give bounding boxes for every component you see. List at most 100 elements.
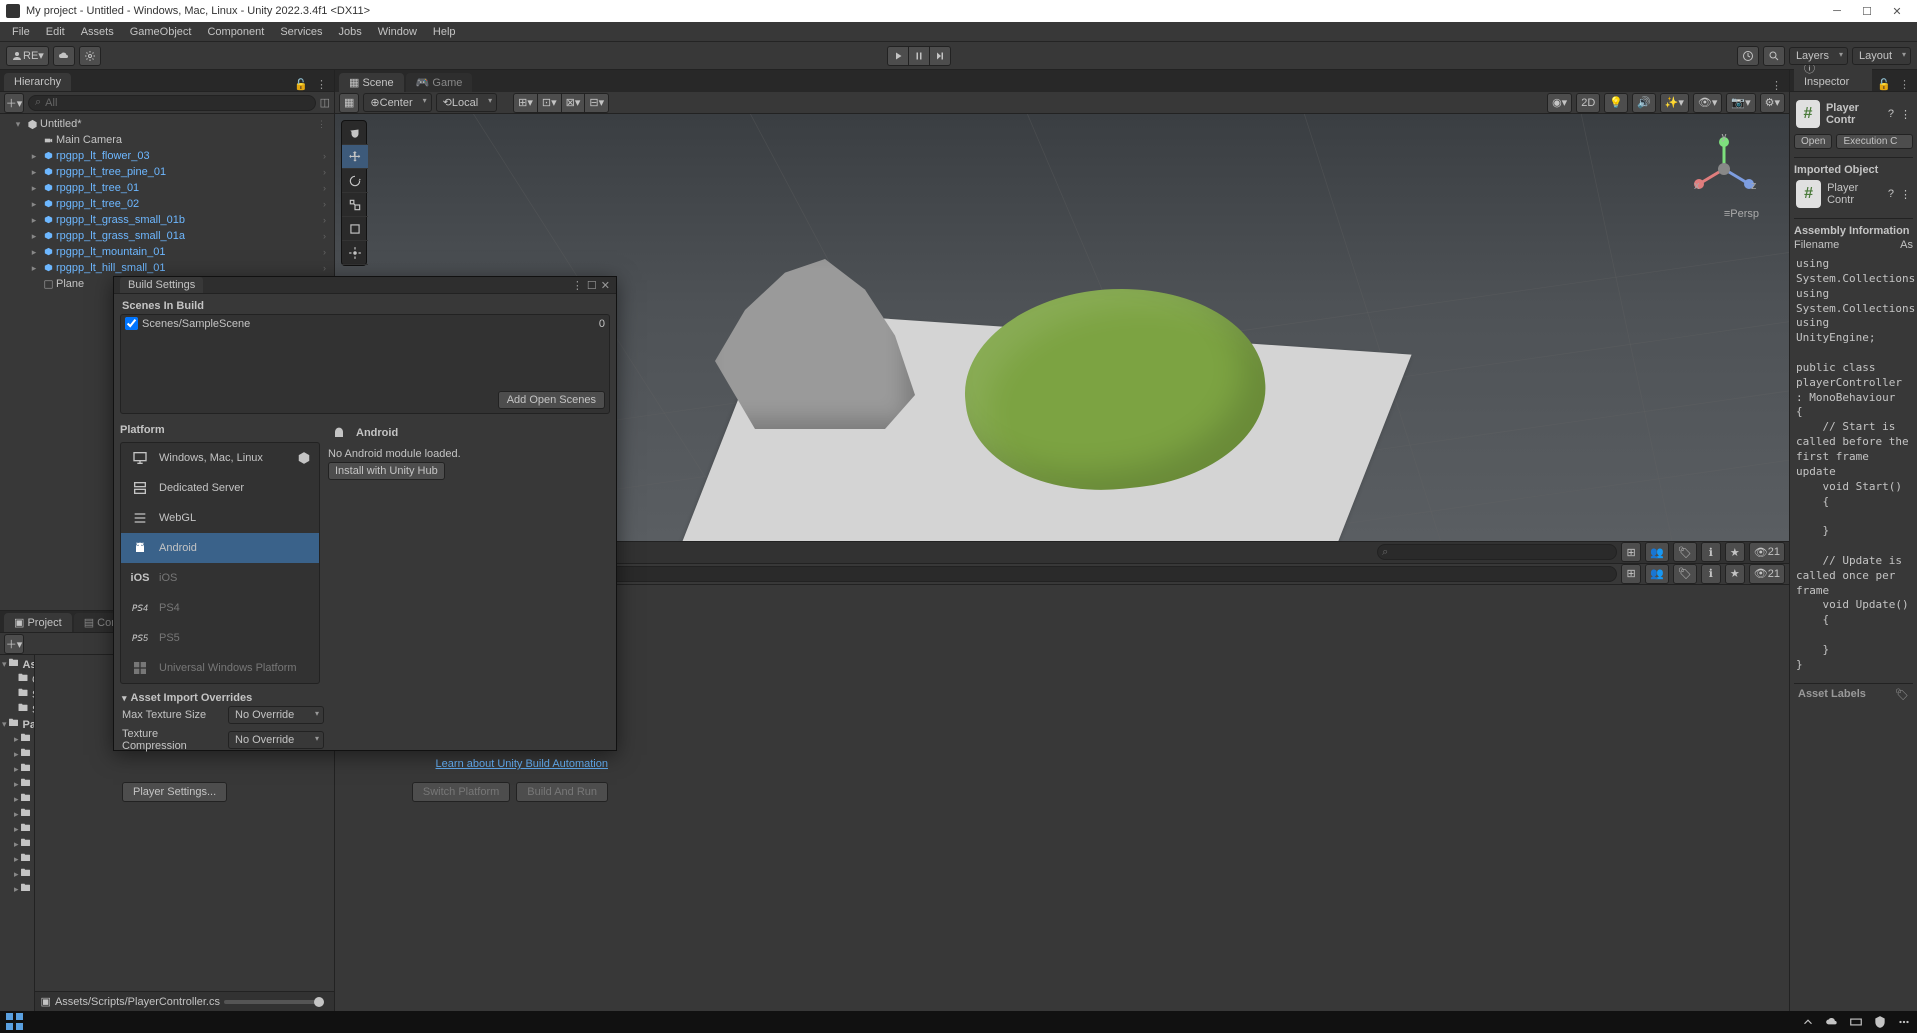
orientation-gizmo[interactable]: y x z: [1689, 134, 1759, 204]
rotate-tool[interactable]: [342, 169, 368, 193]
project-folder[interactable]: 🖿Objects: [0, 672, 34, 687]
inspector-lock-icon[interactable]: 🔓: [1874, 78, 1894, 91]
cloud-button[interactable]: [53, 46, 75, 66]
texture-compression-dropdown[interactable]: No Override: [228, 731, 324, 749]
project-folder[interactable]: ▾🖿Packages: [0, 717, 34, 732]
hierarchy-item[interactable]: ▸ rpgpp_lt_mountain_01 ›: [0, 244, 334, 260]
hierarchy-item[interactable]: ▸ rpgpp_lt_flower_03 ›: [0, 148, 334, 164]
camera-button[interactable]: 📷▾: [1726, 93, 1755, 113]
scenes-list[interactable]: Scenes/SampleScene 0 Add Open Scenes: [120, 314, 610, 414]
project-folder[interactable]: ▸🖿2D Pixel Perfect: [0, 777, 34, 792]
scene-context-icon[interactable]: ⋮: [317, 119, 330, 130]
learn-build-automation-link[interactable]: Learn about Unity Build Automation: [122, 754, 608, 774]
project-folder[interactable]: 🖿Scenes: [0, 687, 34, 702]
proj-hidden[interactable]: 👁21: [1749, 564, 1785, 584]
menu-help[interactable]: Help: [425, 24, 464, 40]
platform-android[interactable]: Android: [121, 533, 319, 563]
space-dropdown[interactable]: ⟲Local: [436, 93, 498, 112]
pause-button[interactable]: [908, 46, 929, 66]
menu-services[interactable]: Services: [272, 24, 330, 40]
project-tab[interactable]: ▣ Project: [4, 613, 72, 632]
snap-button[interactable]: ⊠▾: [561, 93, 585, 113]
platform-ios[interactable]: iOS iOS: [121, 563, 319, 593]
thumbnail-size-slider[interactable]: [224, 1000, 324, 1004]
settings-button[interactable]: [79, 46, 101, 66]
lighting-toggle[interactable]: 💡: [1604, 93, 1628, 113]
hierarchy-add-button[interactable]: ＋▾: [4, 93, 24, 113]
execution-order-button[interactable]: Execution C: [1836, 134, 1913, 149]
player-settings-button[interactable]: Player Settings...: [122, 782, 227, 802]
scene-visibility-button[interactable]: 👁▾: [1693, 93, 1723, 113]
play-button[interactable]: [887, 46, 908, 66]
scene-menu-icon[interactable]: ⋮: [1768, 79, 1785, 92]
fx-toggle[interactable]: ✨▾: [1660, 93, 1689, 113]
menu-file[interactable]: File: [4, 24, 38, 40]
hierarchy-item[interactable]: ▸ rpgpp_lt_tree_01 ›: [0, 180, 334, 196]
gizmos-button[interactable]: ⚙▾: [1760, 93, 1785, 113]
hierarchy-item[interactable]: ▸ rpgpp_lt_hill_small_01 ›: [0, 260, 334, 276]
project-folder[interactable]: ▸🖿2D SpriteShape: [0, 822, 34, 837]
platform-ps5[interactable]: 𝘗𝘚5 PS5: [121, 623, 319, 653]
hierarchy-menu-icon[interactable]: ⋮: [313, 78, 330, 91]
close-button[interactable]: ✕: [1891, 5, 1903, 17]
hierarchy-tab[interactable]: Hierarchy: [4, 73, 71, 91]
menu-gameobject[interactable]: GameObject: [122, 24, 200, 40]
grid-toggle[interactable]: ▦: [339, 93, 359, 113]
project-add-button[interactable]: ＋▾: [4, 634, 24, 654]
audio-toggle[interactable]: 🔊: [1632, 93, 1656, 113]
scene-filter-3[interactable]: 🏷: [1673, 542, 1697, 562]
project-folder[interactable]: 🖿Scripts: [0, 702, 34, 717]
dialog-menu-icon[interactable]: ⋮: [572, 279, 583, 292]
install-with-hub-button[interactable]: Install with Unity Hub: [328, 462, 445, 480]
tray-chevron-icon[interactable]: [1801, 1015, 1815, 1029]
project-folder[interactable]: ▾🖿 Assets: [0, 657, 34, 672]
start-button[interactable]: [6, 1013, 24, 1031]
project-folder[interactable]: ▸🖿2D Animation: [0, 732, 34, 747]
hierarchy-item[interactable]: ▸ rpgpp_lt_grass_small_01b ›: [0, 212, 334, 228]
tray-security-icon[interactable]: [1873, 1015, 1887, 1029]
scene-filter-1[interactable]: ⊞: [1621, 542, 1641, 562]
scene-picker-icon[interactable]: ◫: [320, 96, 330, 109]
search-button[interactable]: [1763, 46, 1785, 66]
hierarchy-item[interactable]: Main Camera: [0, 132, 334, 148]
account-dropdown[interactable]: RE ▾: [6, 46, 49, 66]
menu-edit[interactable]: Edit: [38, 24, 73, 40]
dialog-close-icon[interactable]: ✕: [601, 279, 610, 292]
layout-dropdown[interactable]: Layout: [1852, 47, 1911, 65]
project-folder[interactable]: ▸🖿Collections: [0, 882, 34, 897]
proj-filter-5[interactable]: ★: [1725, 564, 1745, 584]
maximize-button[interactable]: ☐: [1861, 5, 1873, 17]
dialog-maximize-icon[interactable]: ☐: [587, 279, 597, 292]
inspector-more-icon[interactable]: ⋮: [1900, 188, 1911, 201]
caret-icon[interactable]: ▸: [28, 151, 40, 162]
hierarchy-search[interactable]: ⌕ All: [28, 95, 316, 111]
undo-history-button[interactable]: [1737, 46, 1759, 66]
platform-ps4[interactable]: 𝘗𝘚4 PS4: [121, 593, 319, 623]
scene-search[interactable]: ⌕: [1377, 544, 1617, 560]
project-folder[interactable]: ▸🖿2D Common: [0, 762, 34, 777]
scene-filter-4[interactable]: ℹ: [1701, 542, 1721, 562]
inspector-help-icon[interactable]: ?: [1888, 108, 1894, 120]
hierarchy-item[interactable]: ▸ rpgpp_lt_grass_small_01a ›: [0, 228, 334, 244]
hierarchy-item[interactable]: ▸ rpgpp_lt_tree_pine_01 ›: [0, 164, 334, 180]
menu-jobs[interactable]: Jobs: [331, 24, 370, 40]
proj-filter-4[interactable]: ℹ: [1701, 564, 1721, 584]
hidden-count[interactable]: 👁21: [1749, 542, 1785, 562]
game-tab[interactable]: 🎮 Game: [406, 73, 473, 92]
rect-tool[interactable]: [342, 217, 368, 241]
platform-webgl[interactable]: WebGL: [121, 503, 319, 533]
layers-dropdown[interactable]: Layers: [1789, 47, 1848, 65]
asset-labels-tag-icon[interactable]: 🏷: [1895, 688, 1909, 701]
step-button[interactable]: [929, 46, 951, 66]
proj-filter-3[interactable]: 🏷: [1673, 564, 1697, 584]
menu-assets[interactable]: Assets: [73, 24, 122, 40]
project-folder[interactable]: ▸🖿2D Aseprite Impor: [0, 747, 34, 762]
platform-windows[interactable]: Windows, Mac, Linux: [121, 443, 319, 473]
scene-root[interactable]: ▾ Untitled* ⋮: [0, 116, 334, 132]
hand-tool[interactable]: [342, 121, 368, 145]
inspector-menu-icon[interactable]: ⋮: [1896, 78, 1913, 91]
menu-window[interactable]: Window: [370, 24, 425, 40]
persp-label[interactable]: ≡Persp: [1724, 208, 1759, 220]
proj-filter-2[interactable]: 👥: [1645, 564, 1669, 584]
scene-checkbox[interactable]: [125, 317, 138, 330]
